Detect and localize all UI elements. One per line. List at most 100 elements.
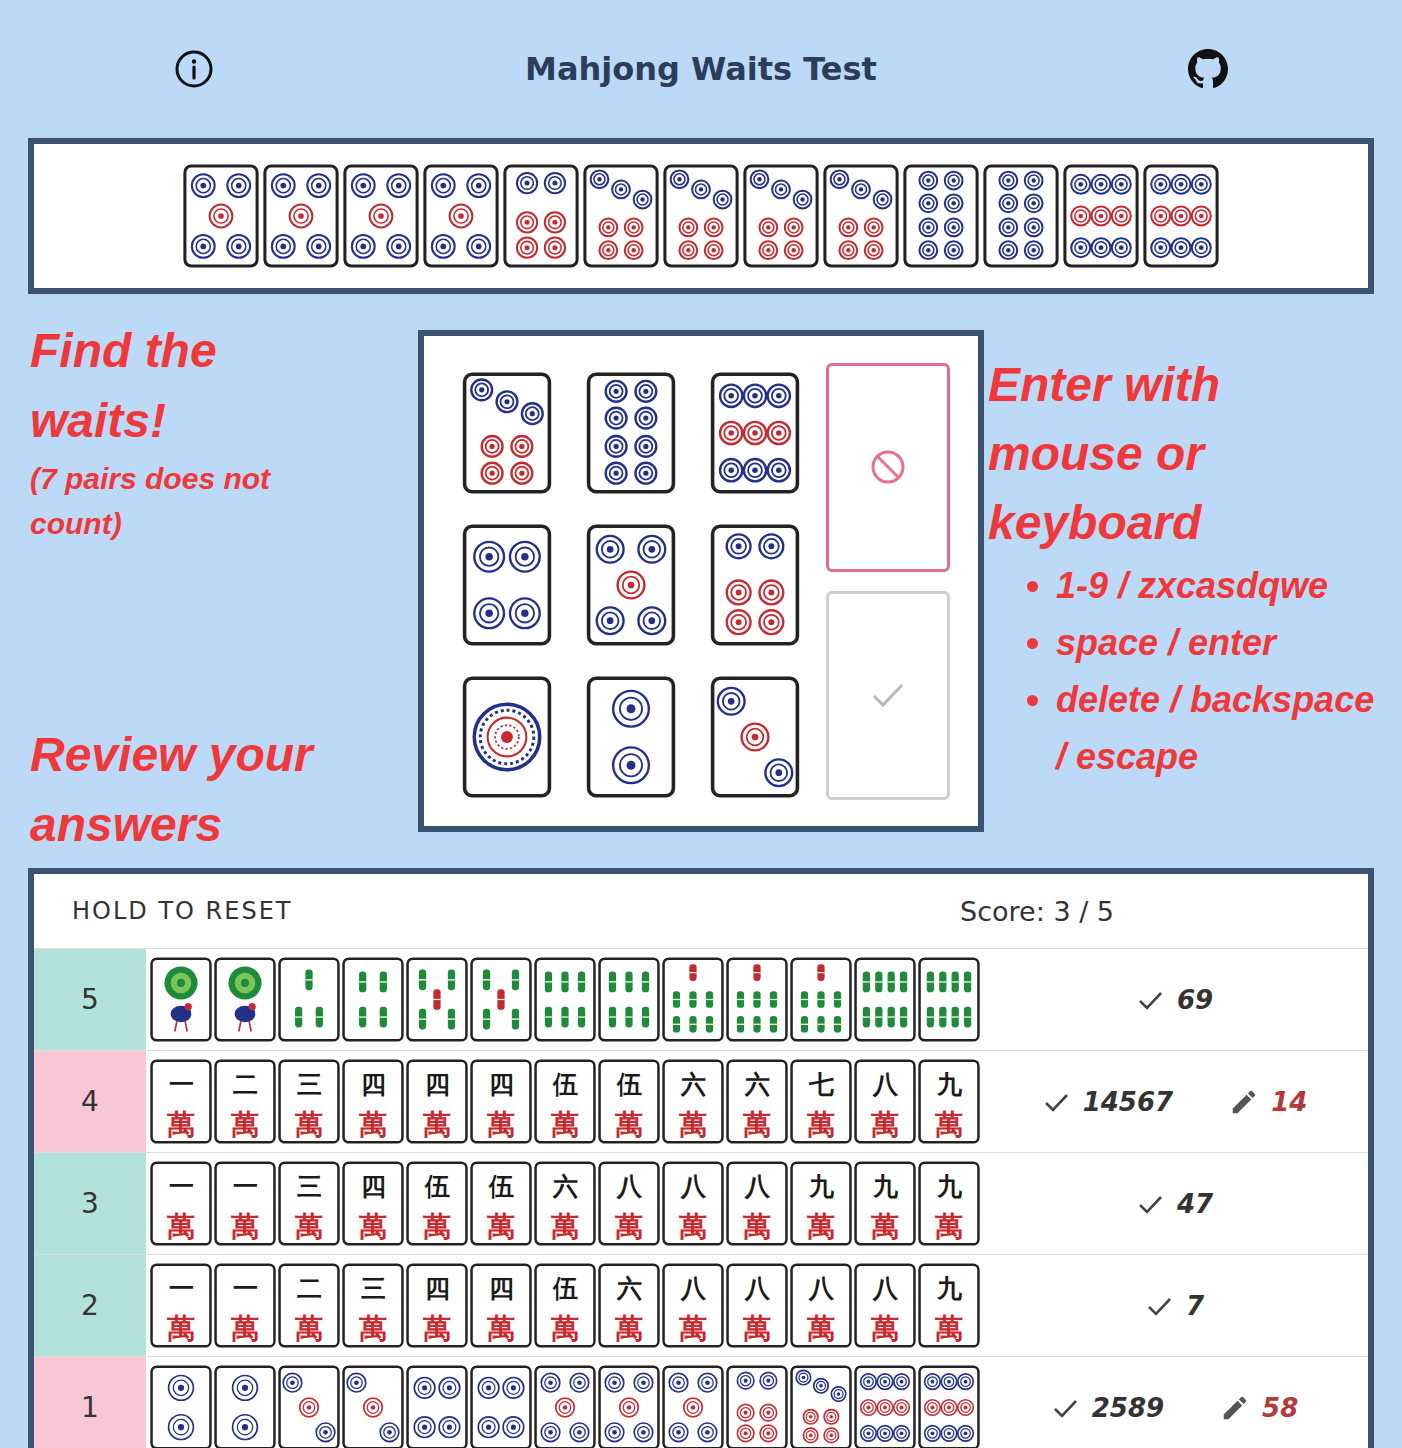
tile-numeral: 一 <box>169 1274 194 1303</box>
tile-character: 萬 <box>550 1312 579 1345</box>
row-tiles: 一萬一萬三萬四萬伍萬伍萬六萬八萬八萬八萬九萬九萬九萬 <box>146 1153 980 1254</box>
tile-character: 萬 <box>678 1108 707 1141</box>
row-number: 5 <box>34 949 146 1050</box>
check-icon <box>1135 1189 1165 1219</box>
tile-character: 萬 <box>934 1312 963 1345</box>
tile-numeral: 一 <box>233 1172 258 1201</box>
tile-character: 萬 <box>934 1210 963 1243</box>
review-tile: 二萬 <box>214 1059 276 1144</box>
info-icon[interactable] <box>174 49 214 89</box>
tile-character: 萬 <box>358 1210 387 1243</box>
github-icon[interactable] <box>1188 49 1228 89</box>
hand-tile <box>263 164 339 268</box>
tile-numeral: 四 <box>425 1274 450 1303</box>
review-tile: 一萬 <box>214 1161 276 1246</box>
tile-character: 萬 <box>230 1108 259 1141</box>
row-result: 69 <box>980 949 1368 1050</box>
keypad-tile[interactable] <box>586 372 676 494</box>
review-tile: 八萬 <box>726 1161 788 1246</box>
review-row: 5 69 <box>34 948 1368 1050</box>
keypad-tile[interactable] <box>462 524 552 646</box>
keypad-tile[interactable] <box>710 524 800 646</box>
review-tile: 九萬 <box>918 1059 980 1144</box>
key-item: space / enter <box>1056 614 1394 671</box>
enter-text: Enter with mouse or keyboard <box>988 350 1358 557</box>
review-tile: 四萬 <box>470 1263 532 1348</box>
tile-numeral: 伍 <box>488 1172 514 1201</box>
submit-button[interactable] <box>826 591 950 800</box>
row-number: 1 <box>34 1357 146 1448</box>
review-tile <box>726 1365 788 1448</box>
review-tile <box>534 957 596 1042</box>
review-tile: 九萬 <box>854 1161 916 1246</box>
review-tile: 四萬 <box>470 1059 532 1144</box>
tile-character: 萬 <box>742 1312 771 1345</box>
keypad-tile[interactable] <box>586 524 676 646</box>
review-tile: 六萬 <box>662 1059 724 1144</box>
tile-numeral: 三 <box>297 1172 322 1201</box>
review-header: HOLD TO RESETScore: 3 / 5 <box>34 874 1368 948</box>
reset-button[interactable]: HOLD TO RESET <box>72 897 293 925</box>
tile-character: 萬 <box>166 1108 195 1141</box>
tile-numeral: 一 <box>233 1274 258 1303</box>
tile-numeral: 九 <box>936 1172 963 1201</box>
keypad-tile[interactable] <box>462 372 552 494</box>
tile-character: 萬 <box>166 1312 195 1345</box>
hand-tile <box>183 164 259 268</box>
tile-numeral: 八 <box>808 1274 835 1303</box>
answer-text: 47 <box>1177 1189 1213 1219</box>
review-text: Review your answers <box>30 720 350 860</box>
clear-button[interactable] <box>826 363 950 572</box>
key-item: delete / backspace / escape <box>1056 671 1394 785</box>
review-tile <box>598 957 660 1042</box>
keypad-tile[interactable] <box>586 676 676 798</box>
tile-character: 萬 <box>166 1210 195 1243</box>
tile-numeral: 伍 <box>552 1274 578 1303</box>
review-tile <box>854 1365 916 1448</box>
review-tile <box>278 957 340 1042</box>
review-tile <box>598 1365 660 1448</box>
tile-numeral: 九 <box>936 1070 963 1099</box>
row-result: 258958 <box>980 1357 1368 1448</box>
tile-numeral: 九 <box>808 1172 835 1201</box>
keypad-tile[interactable] <box>710 676 800 798</box>
tile-character: 萬 <box>806 1108 835 1141</box>
tile-numeral: 六 <box>616 1274 642 1303</box>
row-result: 7 <box>980 1255 1368 1356</box>
check-icon <box>1144 1291 1174 1321</box>
review-tile <box>790 957 852 1042</box>
middle-section: Find the waits!(7 pairs does not count)R… <box>0 294 1402 868</box>
answer-group: 14567 <box>1041 1087 1173 1117</box>
answer-group: 69 <box>1135 985 1213 1015</box>
review-row: 3一萬一萬三萬四萬伍萬伍萬六萬八萬八萬八萬九萬九萬九萬47 <box>34 1152 1368 1254</box>
tile-character: 萬 <box>358 1312 387 1345</box>
tile-character: 萬 <box>486 1312 515 1345</box>
keypad-tile[interactable] <box>710 372 800 494</box>
review-tile: 八萬 <box>854 1059 916 1144</box>
keypad-tile[interactable] <box>462 676 552 798</box>
guess-group: 14 <box>1229 1087 1307 1117</box>
tile-numeral: 四 <box>489 1274 514 1303</box>
review-tile <box>918 1365 980 1448</box>
review-tile <box>406 957 468 1042</box>
review-tile <box>662 1365 724 1448</box>
keypad-tiles <box>462 372 800 798</box>
review-tile: 九萬 <box>918 1263 980 1348</box>
guess-text: 14 <box>1271 1087 1307 1117</box>
hand-tile <box>823 164 899 268</box>
tile-numeral: 八 <box>680 1172 707 1201</box>
tile-character: 萬 <box>230 1210 259 1243</box>
review-tile <box>726 957 788 1042</box>
review-tile: 八萬 <box>854 1263 916 1348</box>
tile-character: 萬 <box>486 1108 515 1141</box>
check-icon <box>1041 1087 1071 1117</box>
review-tile: 八萬 <box>790 1263 852 1348</box>
review-tile: 一萬 <box>150 1059 212 1144</box>
app-title: Mahjong Waits Test <box>525 50 877 88</box>
find-text: Find the waits! <box>30 316 350 456</box>
review-tile: 六萬 <box>598 1263 660 1348</box>
review-tile: 四萬 <box>406 1059 468 1144</box>
hand-tile <box>583 164 659 268</box>
tile-numeral: 八 <box>680 1274 707 1303</box>
row-number: 3 <box>34 1153 146 1254</box>
